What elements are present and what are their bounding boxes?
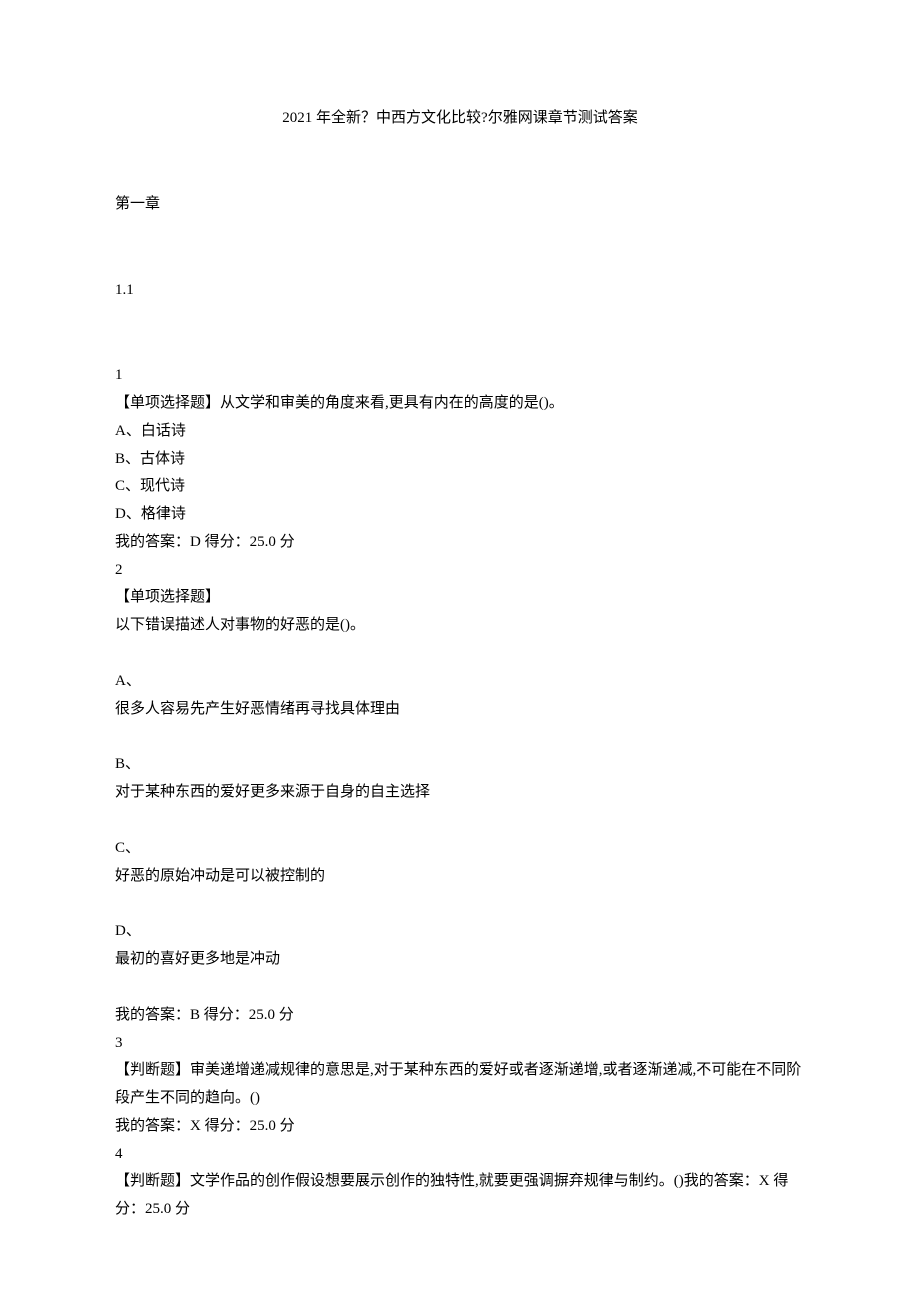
q2-option-a-text: 很多人容易先产生好恶情绪再寻找具体理由 [115, 696, 805, 724]
q1-stem: 【单项选择题】从文学和审美的角度来看,更具有内在的高度的是()。 [115, 390, 805, 418]
q2-answer: 我的答案：B 得分：25.0 分 [115, 1002, 805, 1030]
q2-option-b-text: 对于某种东西的爱好更多来源于自身的自主选择 [115, 779, 805, 807]
question-1: 1 【单项选择题】从文学和审美的角度来看,更具有内在的高度的是()。 A、白话诗… [115, 362, 805, 556]
q1-number: 1 [115, 362, 805, 390]
chapter-heading: 第一章 [115, 191, 805, 219]
q2-option-c-text: 好恶的原始冲动是可以被控制的 [115, 863, 805, 891]
document-title: 2021 年全新？中西方文化比较?尔雅网课章节测试答案 [115, 105, 805, 133]
question-2: 2 【单项选择题】 以下错误描述人对事物的好恶的是()。 A、 很多人容易先产生… [115, 557, 805, 1030]
q2-stem: 以下错误描述人对事物的好恶的是()。 [115, 612, 805, 640]
title-text: 2021 年全新？中西方文化比较?尔雅网课章节测试答案 [282, 110, 637, 126]
q1-option-d: D、格律诗 [115, 501, 805, 529]
q1-option-b: B、古体诗 [115, 446, 805, 474]
q2-option-a-label: A、 [115, 668, 805, 696]
q2-option-d-text: 最初的喜好更多地是冲动 [115, 946, 805, 974]
q1-answer: 我的答案：D 得分：25.0 分 [115, 529, 805, 557]
q3-answer: 我的答案：X 得分：25.0 分 [115, 1113, 805, 1141]
q3-number: 3 [115, 1030, 805, 1058]
q4-stem: 【判断题】文学作品的创作假设想要展示创作的独特性,就要更强调摒弃规律与制约。()… [115, 1168, 805, 1224]
q4-number: 4 [115, 1141, 805, 1169]
q1-option-c: C、现代诗 [115, 473, 805, 501]
q1-option-a: A、白话诗 [115, 418, 805, 446]
subsection-label: 1.1 [115, 282, 134, 298]
chapter-label: 第一章 [115, 196, 160, 212]
q2-number: 2 [115, 557, 805, 585]
subsection-heading: 1.1 [115, 277, 805, 305]
question-4: 4 【判断题】文学作品的创作假设想要展示创作的独特性,就要更强调摒弃规律与制约。… [115, 1141, 805, 1224]
question-3: 3 【判断题】审美递增递减规律的意思是,对于某种东西的爱好或者逐渐递增,或者逐渐… [115, 1030, 805, 1141]
q2-type: 【单项选择题】 [115, 584, 805, 612]
q2-option-b-label: B、 [115, 751, 805, 779]
q3-stem: 【判断题】审美递增递减规律的意思是,对于某种东西的爱好或者逐渐递增,或者逐渐递减… [115, 1057, 805, 1113]
q2-option-c-label: C、 [115, 835, 805, 863]
q2-option-d-label: D、 [115, 918, 805, 946]
